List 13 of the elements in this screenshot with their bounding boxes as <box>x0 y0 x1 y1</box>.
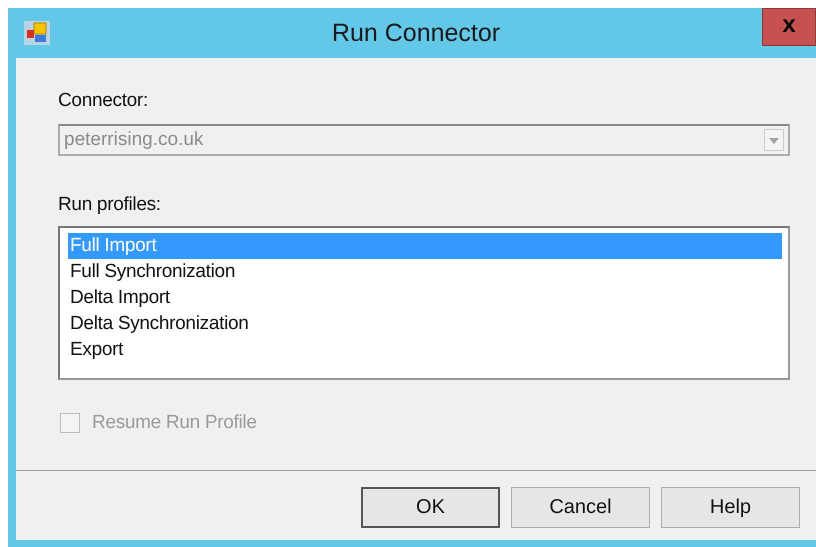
checkbox-label: Resume Run Profile <box>92 412 257 434</box>
window-title: Run Connector <box>332 18 500 48</box>
list-item[interactable]: Export <box>68 337 782 363</box>
dialog-button[interactable]: Help <box>661 487 800 528</box>
close-button[interactable]: x <box>762 8 816 46</box>
app-icon <box>24 21 50 45</box>
dialog-button[interactable]: OK <box>361 487 500 528</box>
dialog-button[interactable]: Cancel <box>511 487 650 528</box>
list-item[interactable]: Full Synchronization <box>68 259 782 285</box>
connector-label: Connector: <box>58 90 149 112</box>
list-item[interactable]: Delta Synchronization <box>68 311 782 337</box>
list-item[interactable]: Delta Import <box>68 285 782 311</box>
run-profiles-label: Run profiles: <box>58 194 162 216</box>
